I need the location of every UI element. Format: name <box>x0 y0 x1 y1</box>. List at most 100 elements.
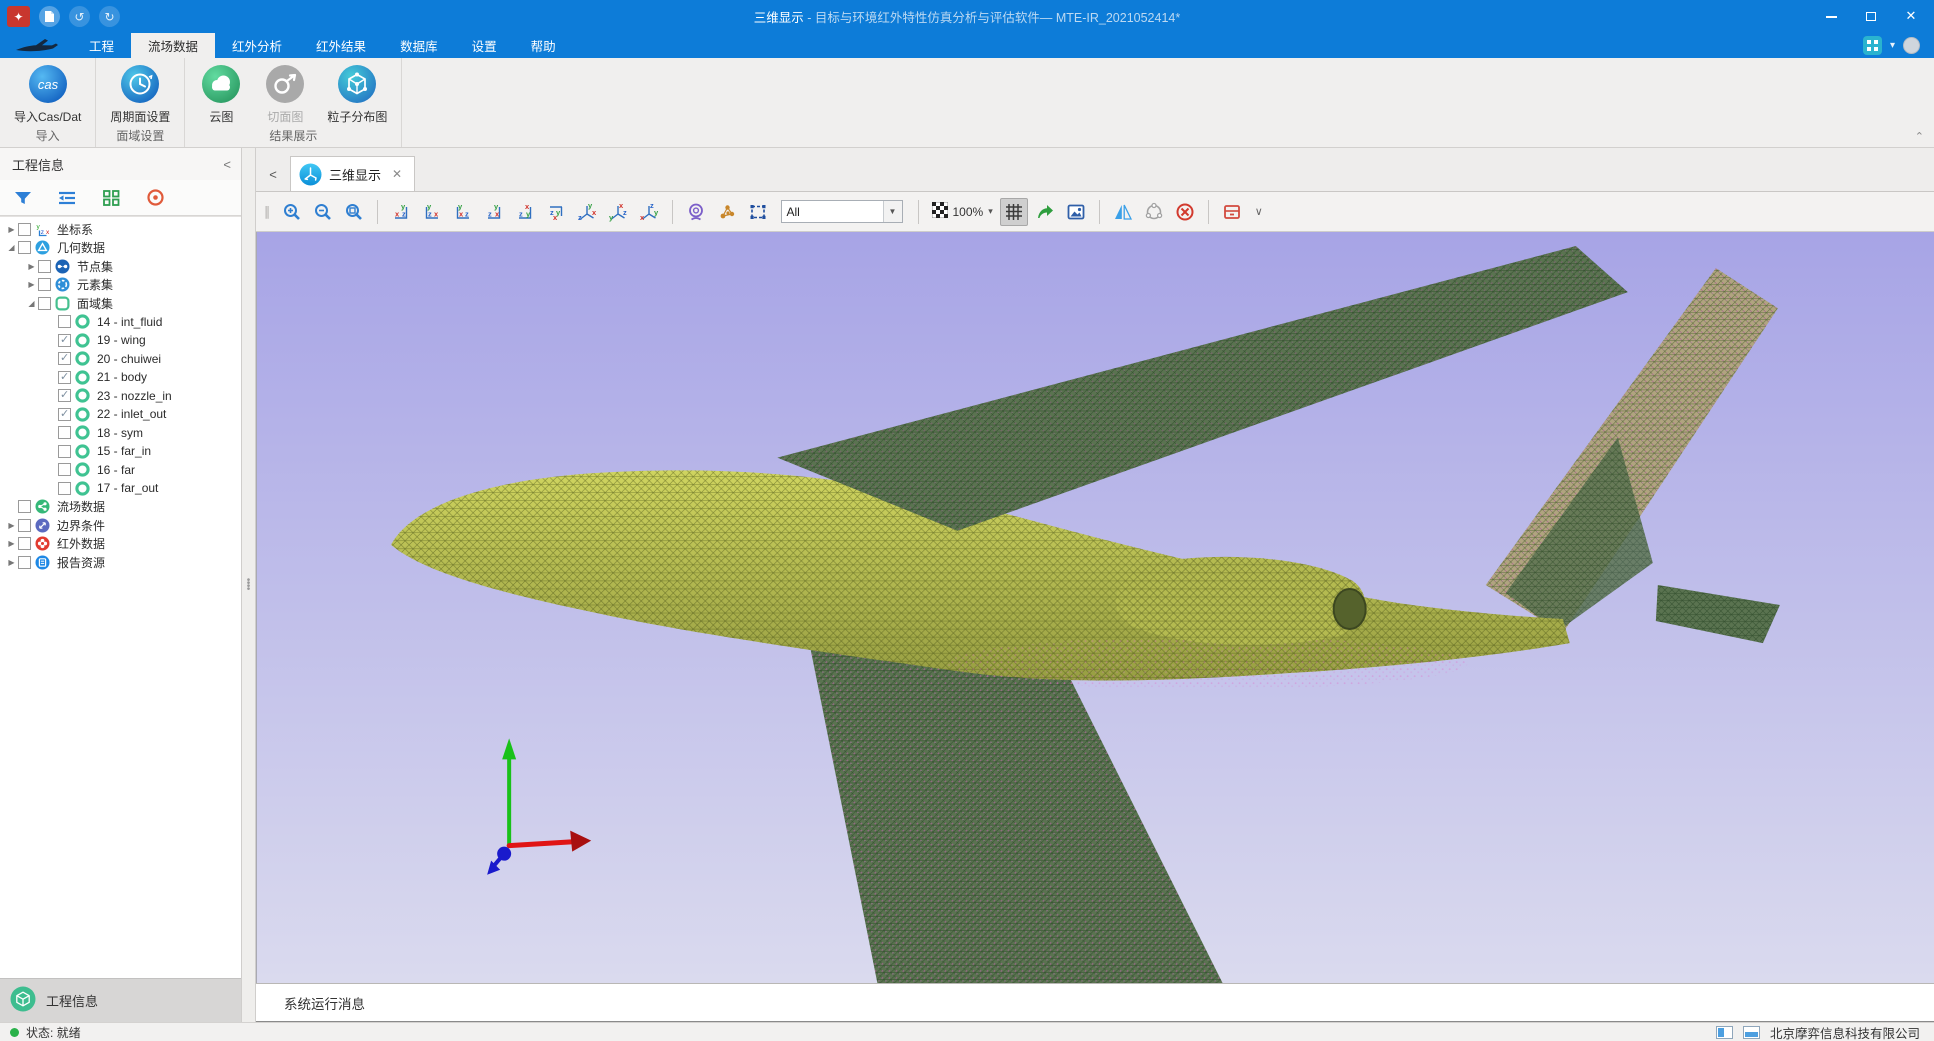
tree-item-21---body[interactable]: 21 - body <box>0 368 241 387</box>
menu-item-1[interactable]: 工程 <box>72 33 131 58</box>
ribbon-button-clock[interactable]: 周期面设置 <box>100 64 180 125</box>
collapse-list-icon[interactable] <box>56 187 78 209</box>
export-button[interactable] <box>1031 198 1059 226</box>
ribbon-button-cas[interactable]: cas导入Cas/Dat <box>4 64 91 125</box>
tree-checkbox[interactable] <box>58 315 71 328</box>
menu-item-2[interactable]: 流场数据 <box>131 33 215 58</box>
ribbon-collapse-icon[interactable]: ⌃ <box>1915 130 1924 143</box>
tree-collapsed-icon[interactable]: ▶ <box>6 558 17 567</box>
chevron-down-icon[interactable]: ▾ <box>1890 40 1895 51</box>
mesh-toggle-button[interactable] <box>1000 198 1028 226</box>
maximize-icon[interactable] <box>1864 10 1878 24</box>
tree-collapsed-icon[interactable]: ▶ <box>26 280 37 289</box>
tree-checkbox[interactable] <box>58 482 71 495</box>
menu-item-3[interactable]: 红外分析 <box>215 33 299 58</box>
view-left-button[interactable]: yxz <box>449 198 477 226</box>
tree-checkbox[interactable] <box>58 389 71 402</box>
tree-item-16---far[interactable]: 16 - far <box>0 461 241 480</box>
tree-item-报告资源[interactable]: ▶报告资源 <box>0 553 241 572</box>
viewport-3d[interactable] <box>256 232 1934 983</box>
view-top-button[interactable]: xzy <box>511 198 539 226</box>
tab-3d-view[interactable]: 三维显示 ✕ <box>290 156 415 191</box>
combo-dropdown-icon[interactable]: ▼ <box>883 201 902 222</box>
tree-item-面域集[interactable]: ◢面域集 <box>0 294 241 313</box>
tree-collapsed-icon[interactable]: ▶ <box>6 225 17 234</box>
view-bottom-button[interactable]: zyx <box>542 198 570 226</box>
view-back-button[interactable]: yzx <box>418 198 446 226</box>
minimize-icon[interactable] <box>1824 10 1838 24</box>
tab-close-icon[interactable]: ✕ <box>392 167 402 181</box>
tree-checkbox[interactable] <box>38 278 51 291</box>
cancel-button[interactable] <box>1171 198 1199 226</box>
filter-icon[interactable] <box>12 187 34 209</box>
opacity-zoom-control[interactable]: 100%▾ <box>928 202 997 221</box>
tree-item-节点集[interactable]: ▶节点集 <box>0 257 241 276</box>
theme-icon[interactable] <box>1863 36 1882 55</box>
menu-item-6[interactable]: 设置 <box>455 33 514 58</box>
tree-expanded-icon[interactable]: ◢ <box>26 299 37 308</box>
tree-checkbox[interactable] <box>58 463 71 476</box>
view-iso-1-button[interactable]: yzx <box>573 198 601 226</box>
tree-item-14---int_fluid[interactable]: 14 - int_fluid <box>0 313 241 332</box>
menu-item-4[interactable]: 红外结果 <box>299 33 383 58</box>
box-select-button[interactable] <box>744 198 772 226</box>
tree-item-18---sym[interactable]: 18 - sym <box>0 424 241 443</box>
sidebar-bottom-tab[interactable]: 工程信息 <box>0 978 241 1022</box>
tree-collapsed-icon[interactable]: ▶ <box>6 539 17 548</box>
tree-item-23---nozzle_in[interactable]: 23 - nozzle_in <box>0 387 241 406</box>
locate-icon[interactable] <box>144 187 166 209</box>
zoom-in-button[interactable] <box>278 198 306 226</box>
tree-checkbox[interactable] <box>38 260 51 273</box>
undo-icon[interactable]: ↺ <box>69 6 90 27</box>
rotate-center-button[interactable] <box>1140 198 1168 226</box>
tree-checkbox[interactable] <box>58 445 71 458</box>
redo-icon[interactable]: ↻ <box>99 6 120 27</box>
tree-checkbox[interactable] <box>38 297 51 310</box>
tree-item-15---far_in[interactable]: 15 - far_in <box>0 442 241 461</box>
toolbar-drag-handle[interactable]: ∥ <box>264 204 269 220</box>
user-icon[interactable] <box>1903 37 1920 54</box>
tab-scroll-left-icon[interactable]: < <box>256 167 290 191</box>
zoom-fit-button[interactable] <box>340 198 368 226</box>
tree-item-20---chuiwei[interactable]: 20 - chuiwei <box>0 350 241 369</box>
tree-collapsed-icon[interactable]: ▶ <box>26 262 37 271</box>
sidebar-collapse-icon[interactable]: < <box>223 157 231 172</box>
tree-checkbox[interactable] <box>18 223 31 236</box>
zoom-caret-icon[interactable]: ▾ <box>988 206 993 217</box>
tree-item-坐标系[interactable]: ▶yzx坐标系 <box>0 220 241 239</box>
tree-expanded-icon[interactable]: ◢ <box>6 243 17 252</box>
mirror-button[interactable] <box>1109 198 1137 226</box>
tree-item-元素集[interactable]: ▶元素集 <box>0 276 241 295</box>
tree-item-几何数据[interactable]: ◢几何数据 <box>0 239 241 258</box>
tree-checkbox[interactable] <box>18 519 31 532</box>
particle-display-button[interactable] <box>713 198 741 226</box>
zoom-out-button[interactable] <box>309 198 337 226</box>
tree-item-边界条件[interactable]: ▶边界条件 <box>0 516 241 535</box>
sidebar-splitter[interactable]: •••• <box>242 148 256 1022</box>
tree-checkbox[interactable] <box>18 241 31 254</box>
ribbon-button-cloud[interactable]: 云图 <box>189 64 253 125</box>
tree-checkbox[interactable] <box>58 334 71 347</box>
tree-item-17---far_out[interactable]: 17 - far_out <box>0 479 241 498</box>
tree-item-19---wing[interactable]: 19 - wing <box>0 331 241 350</box>
view-iso-3-button[interactable]: zxy <box>635 198 663 226</box>
tree-checkbox[interactable] <box>18 556 31 569</box>
tree-item-22---inlet_out[interactable]: 22 - inlet_out <box>0 405 241 424</box>
probe-button[interactable] <box>682 198 710 226</box>
app-logo-icon[interactable]: ✦ <box>7 6 30 27</box>
view-front-button[interactable]: yxz <box>387 198 415 226</box>
tree-item-流场数据[interactable]: 流场数据 <box>0 498 241 517</box>
grid-view-icon[interactable] <box>100 187 122 209</box>
screenshot-button[interactable] <box>1062 198 1090 226</box>
view-iso-2-button[interactable]: xyz <box>604 198 632 226</box>
ribbon-button-particle[interactable]: 粒子分布图 <box>317 64 397 125</box>
display-filter-combo[interactable]: All▼ <box>781 200 903 223</box>
more-caret-icon[interactable]: ∨ <box>1249 205 1269 218</box>
tree-checkbox[interactable] <box>58 371 71 384</box>
menu-item-5[interactable]: 数据库 <box>383 33 455 58</box>
save-view-button[interactable] <box>1218 198 1246 226</box>
panel-layout-left-icon[interactable] <box>1716 1026 1733 1039</box>
tree-collapsed-icon[interactable]: ▶ <box>6 521 17 530</box>
tree-item-红外数据[interactable]: ▶红外数据 <box>0 535 241 554</box>
message-panel[interactable]: 系统运行消息 <box>256 983 1934 1022</box>
